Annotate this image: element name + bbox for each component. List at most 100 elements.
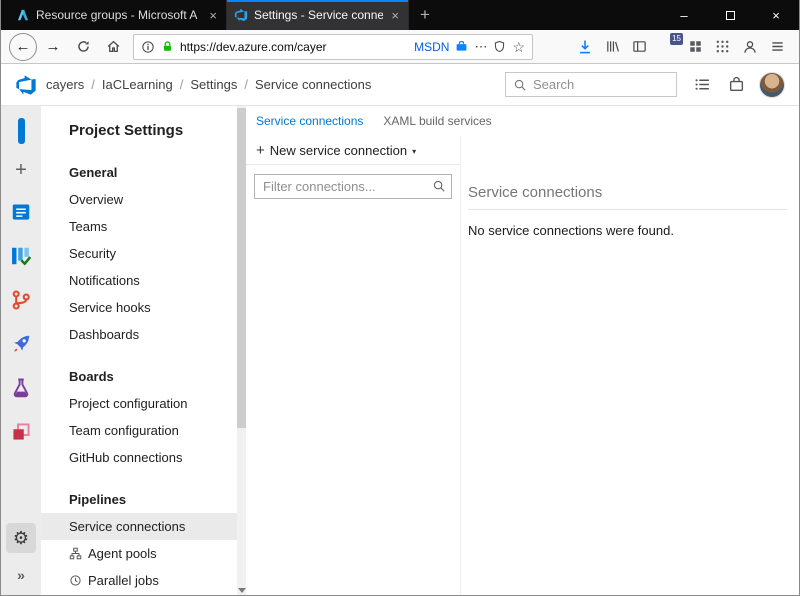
back-button[interactable]: ← [9, 32, 37, 61]
sidebar-title: Project Settings [69, 122, 184, 139]
search-icon [513, 78, 527, 92]
pipelines-icon[interactable] [9, 332, 33, 356]
briefcase-icon [455, 40, 468, 53]
nav-item-teams[interactable]: Teams [41, 213, 237, 240]
tracking-shield-icon[interactable] [493, 40, 506, 53]
breadcrumb-separator: / [91, 77, 95, 92]
panel-heading: Service connections [468, 184, 787, 210]
new-service-connection-button[interactable]: + New service connection ▾ [246, 136, 460, 165]
agent-pools-icon [69, 547, 82, 560]
sidebar-scrollbar-track[interactable] [237, 106, 246, 595]
browser-window: Resource groups - Microsoft A × Settings… [0, 0, 800, 596]
browser-tab-settings[interactable]: Settings - Service connections × [227, 0, 409, 30]
extension-icon[interactable]: 15 [659, 33, 683, 55]
boards-icon[interactable] [9, 244, 33, 268]
window-close-button[interactable]: × [753, 0, 799, 30]
tab-close-icon[interactable]: × [207, 7, 219, 24]
content-tabs: Service connections XAML build services [246, 106, 799, 136]
rail-add-icon[interactable]: + [15, 160, 27, 180]
browser-titlebar: Resource groups - Microsoft A × Settings… [1, 0, 799, 30]
azure-devops-favicon-icon [234, 8, 248, 22]
nav-item-agent-pools[interactable]: Agent pools [41, 540, 237, 567]
empty-state-message: No service connections were found. [468, 223, 674, 238]
project-rail: + ⚙ » [1, 106, 41, 595]
service-connections-content: Service connections XAML build services … [246, 106, 799, 595]
breadcrumb-organization[interactable]: cayers [46, 77, 84, 92]
nav-item-label: Agent pools [88, 546, 157, 561]
search-input[interactable] [533, 77, 669, 92]
overview-icon[interactable] [9, 200, 33, 224]
repos-icon[interactable] [9, 288, 33, 312]
breadcrumb-settings[interactable]: Settings [190, 77, 237, 92]
bookmark-star-icon[interactable]: ☆ [512, 40, 525, 54]
nav-item-security[interactable]: Security [41, 240, 237, 267]
parallel-jobs-icon [69, 574, 82, 587]
window-controls: – × [661, 0, 799, 30]
nav-item-notifications[interactable]: Notifications [41, 267, 237, 294]
window-minimize-button[interactable]: – [661, 0, 707, 30]
collapse-rail-icon[interactable]: » [17, 567, 25, 583]
project-settings-sidebar: Project Settings General Overview Teams … [41, 106, 246, 595]
sidebar-scrollbar-thumb[interactable] [237, 108, 246, 428]
artifacts-icon[interactable] [9, 420, 33, 444]
tab-close-icon[interactable]: × [389, 7, 401, 24]
breadcrumb-project[interactable]: IaCLearning [102, 77, 173, 92]
nav-item-github-connections[interactable]: GitHub connections [41, 444, 237, 471]
header-search-box[interactable] [505, 72, 677, 97]
new-service-connection-label: New service connection [269, 143, 408, 158]
toolbar-action-icons: 15 [577, 33, 791, 55]
maximize-icon [725, 10, 735, 20]
new-tab-button[interactable]: + [409, 0, 441, 30]
nav-item-team-configuration[interactable]: Team configuration [41, 417, 237, 444]
url-bar[interactable]: https://dev.azure.com/cayer MSDN ⋯ ☆ [133, 33, 533, 60]
breadcrumb-separator: / [179, 77, 184, 92]
nav-item-project-configuration[interactable]: Project configuration [41, 390, 237, 417]
tab-title: Settings - Service connections [254, 8, 384, 22]
scrollbar-down-arrow-icon[interactable] [238, 588, 246, 593]
tab-service-connections[interactable]: Service connections [256, 114, 363, 128]
url-text[interactable]: https://dev.azure.com/cayer [180, 40, 408, 54]
chevron-down-icon: ▾ [412, 147, 417, 156]
azure-portal-favicon-icon [16, 8, 30, 22]
home-button[interactable] [99, 34, 127, 60]
section-boards: Boards [69, 369, 114, 384]
tab-xaml-build-services[interactable]: XAML build services [383, 114, 491, 128]
filter-connections-input[interactable] [254, 174, 452, 199]
app-body: + ⚙ » Project Settings General Overview … [1, 106, 799, 595]
page-info-icon[interactable] [141, 40, 155, 54]
nav-item-service-hooks[interactable]: Service hooks [41, 294, 237, 321]
hamburger-menu-icon[interactable] [770, 39, 785, 54]
msdn-keyword-label: MSDN [414, 39, 450, 54]
nav-item-dashboards[interactable]: Dashboards [41, 321, 237, 348]
work-items-list-icon[interactable] [694, 76, 711, 93]
connection-details-panel: Service connections No service connectio… [468, 184, 787, 238]
azure-devops-header: cayers / IaCLearning / Settings / Servic… [1, 64, 799, 106]
apps-grid-icon[interactable] [715, 39, 730, 54]
blocks-icon[interactable] [688, 39, 703, 54]
project-settings-gear-icon[interactable]: ⚙ [6, 523, 36, 553]
breadcrumb-separator: / [244, 77, 248, 92]
forward-button[interactable]: → [39, 34, 67, 60]
breadcrumb: cayers / IaCLearning / Settings / Servic… [46, 77, 371, 92]
account-icon[interactable] [742, 39, 758, 55]
sidebars-icon[interactable] [632, 39, 647, 54]
azure-devops-logo-icon[interactable] [15, 74, 37, 96]
nav-item-parallel-jobs[interactable]: Parallel jobs [41, 567, 237, 594]
nav-item-label: Parallel jobs [88, 573, 159, 588]
test-plans-icon[interactable] [9, 376, 33, 400]
browser-nav-toolbar: ← → https://dev.azure.com/cayer MSDN ⋯ ☆ [1, 30, 799, 64]
section-general: General [69, 165, 118, 180]
window-maximize-button[interactable] [707, 0, 753, 30]
marketplace-bag-icon[interactable] [728, 76, 745, 93]
filter-search-icon[interactable] [432, 179, 446, 193]
download-icon[interactable] [577, 39, 593, 55]
page-actions-icon[interactable]: ⋯ [474, 40, 487, 53]
plus-icon: + [256, 142, 265, 159]
browser-tab-resource-groups[interactable]: Resource groups - Microsoft A × [9, 0, 227, 30]
nav-item-overview[interactable]: Overview [41, 186, 237, 213]
user-avatar[interactable] [759, 71, 785, 98]
nav-item-service-connections[interactable]: Service connections [41, 513, 237, 540]
reload-button[interactable] [69, 34, 97, 60]
breadcrumb-current-page: Service connections [254, 77, 372, 92]
library-icon[interactable] [605, 39, 620, 54]
